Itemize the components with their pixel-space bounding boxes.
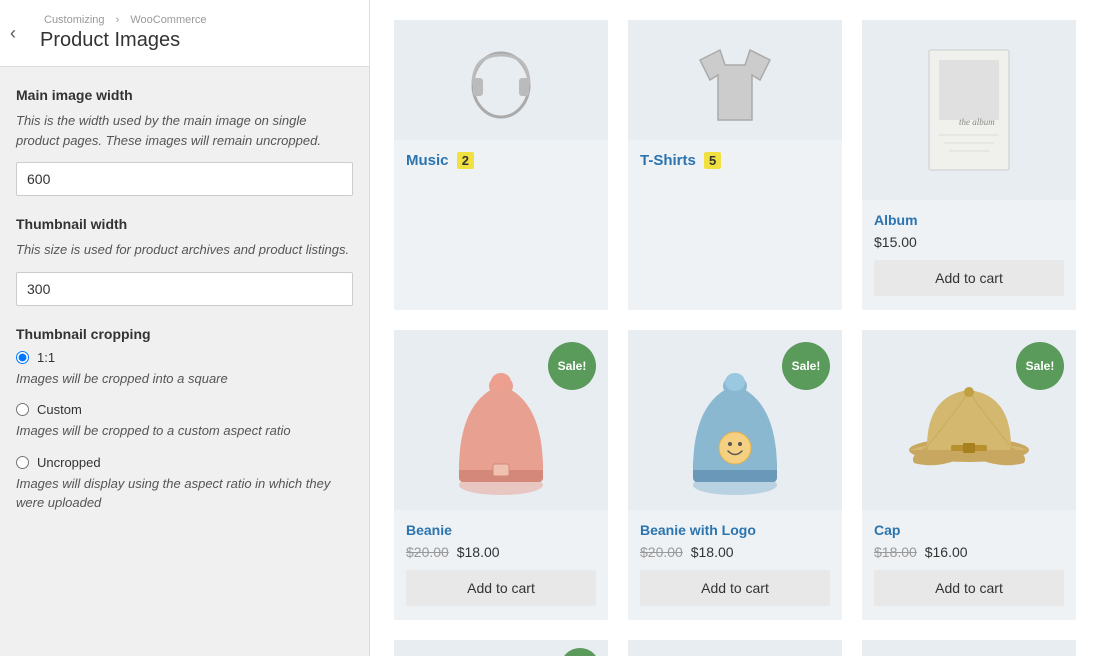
beanie-logo-sale-badge: Sale!: [782, 342, 830, 390]
back-button[interactable]: ‹: [10, 24, 16, 42]
partial-sale-badge: Sale!: [560, 648, 600, 656]
beanie-logo-info: Beanie with Logo $20.00 $18.00 Add to ca…: [628, 510, 842, 620]
product-card-partial-3: [862, 640, 1076, 656]
cap-info: Cap $18.00 $16.00 Add to cart: [862, 510, 1076, 620]
category-card-music: Music 2: [394, 20, 608, 310]
main-image-width-desc: This is the width used by the main image…: [16, 111, 353, 150]
beanie-product-image: [441, 340, 561, 500]
products-grid: Music 2 T-Shirts 5 the album: [394, 20, 1076, 656]
product-card-partial-1: Sale!: [394, 640, 608, 656]
music-product-image: [456, 30, 546, 140]
cap-image: Sale!: [862, 330, 1076, 510]
music-name[interactable]: Music 2: [406, 152, 596, 169]
beanie-info: Beanie $20.00 $18.00 Add to cart: [394, 510, 608, 620]
main-content: Music 2 T-Shirts 5 the album: [370, 0, 1100, 656]
cap-sale-badge: Sale!: [1016, 342, 1064, 390]
sidebar-content: Main image width This is the width used …: [0, 67, 369, 547]
crop-option-1-1: 1:1 Images will be cropped into a square: [16, 350, 353, 389]
tshirts-info: T-Shirts 5: [628, 140, 842, 189]
beanie-name[interactable]: Beanie: [406, 522, 596, 538]
crop-desc-custom: Images will be cropped to a custom aspec…: [16, 421, 353, 441]
beanie-price: $20.00 $18.00: [406, 544, 596, 560]
sidebar-header: ‹ Customizing › WooCommerce Product Imag…: [0, 0, 369, 67]
product-card-beanie: Sale! Beanie $20.00: [394, 330, 608, 620]
album-image: the album: [862, 20, 1076, 200]
beanie-sale-badge: Sale!: [548, 342, 596, 390]
album-name[interactable]: Album: [874, 212, 1064, 228]
beanie-logo-product-image: [675, 340, 795, 500]
crop-option-custom: Custom Images will be cropped to a custo…: [16, 402, 353, 441]
beanie-logo-price: $20.00 $18.00: [640, 544, 830, 560]
thumbnail-width-heading: Thumbnail width: [16, 216, 353, 232]
beanie-logo-image: Sale!: [628, 330, 842, 510]
product-card-beanie-logo: Sale! Beanie with Logo: [628, 330, 842, 620]
crop-radio-1-1[interactable]: [16, 351, 29, 364]
tshirt-product-image: [690, 30, 780, 140]
crop-option-uncropped: Uncropped Images will display using the …: [16, 455, 353, 513]
main-image-width-input[interactable]: [16, 162, 353, 196]
tshirts-image: [628, 20, 842, 140]
main-image-width-heading: Main image width: [16, 87, 353, 103]
crop-radio-custom[interactable]: [16, 403, 29, 416]
product-card-cap: Sale!: [862, 330, 1076, 620]
sidebar: ‹ Customizing › WooCommerce Product Imag…: [0, 0, 370, 656]
tshirts-name[interactable]: T-Shirts 5: [640, 152, 830, 169]
breadcrumb: Customizing › WooCommerce: [40, 14, 353, 26]
panel-title: Product Images: [40, 29, 353, 52]
cap-price: $18.00 $16.00: [874, 544, 1064, 560]
product-card-partial-2: [628, 640, 842, 656]
beanie-add-to-cart[interactable]: Add to cart: [406, 570, 596, 606]
beanie-logo-name[interactable]: Beanie with Logo: [640, 522, 830, 538]
album-add-to-cart[interactable]: Add to cart: [874, 260, 1064, 296]
music-image: [394, 20, 608, 140]
cap-name[interactable]: Cap: [874, 522, 1064, 538]
thumbnail-width-input[interactable]: [16, 272, 353, 306]
beanie-logo-add-to-cart[interactable]: Add to cart: [640, 570, 830, 606]
svg-text:the album: the album: [959, 117, 995, 127]
category-card-tshirts: T-Shirts 5: [628, 20, 842, 310]
crop-radio-uncropped[interactable]: [16, 456, 29, 469]
crop-desc-1-1: Images will be cropped into a square: [16, 369, 353, 389]
album-price: $15.00: [874, 234, 1064, 250]
album-product-image: the album: [909, 40, 1029, 180]
music-info: Music 2: [394, 140, 608, 189]
beanie-image: Sale!: [394, 330, 608, 510]
thumbnail-width-desc: This size is used for product archives a…: [16, 240, 353, 260]
cap-add-to-cart[interactable]: Add to cart: [874, 570, 1064, 606]
product-card-album: the album Album $15.00 Add to cart: [862, 20, 1076, 310]
thumbnail-cropping-heading: Thumbnail cropping: [16, 326, 353, 342]
album-info: Album $15.00 Add to cart: [862, 200, 1076, 310]
crop-desc-uncropped: Images will display using the aspect rat…: [16, 474, 353, 513]
music-badge: 2: [457, 152, 474, 169]
tshirts-badge: 5: [704, 152, 721, 169]
